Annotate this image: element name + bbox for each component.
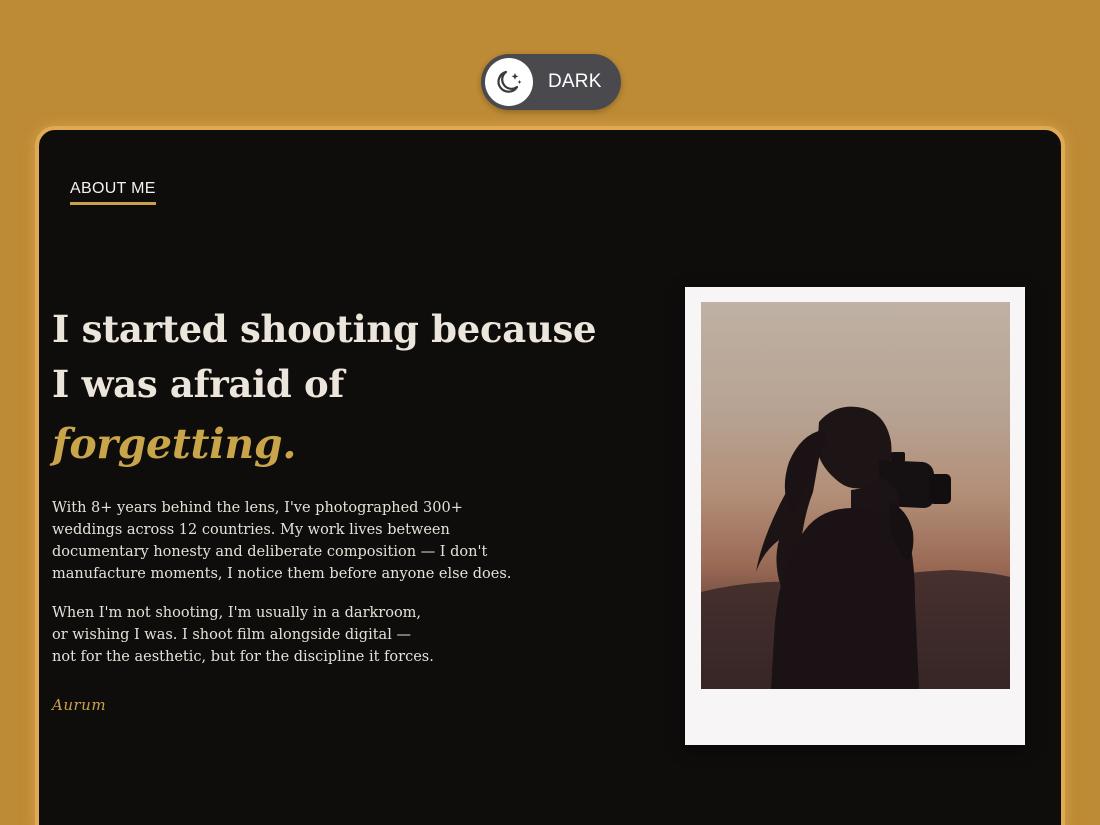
about-headline: I started shooting because I was afraid … [52, 302, 612, 474]
headline-accent: forgetting. [52, 420, 297, 468]
bio-paragraph-2: When I'm not shooting, I'm usually in a … [52, 605, 434, 665]
toggle-knob[interactable] [485, 58, 533, 106]
section-label: ABOUT ME [70, 180, 156, 205]
moon-stars-icon [497, 70, 522, 93]
toggle-label: DARK [548, 71, 602, 92]
signature: Aurum [52, 696, 107, 714]
photographer-photo [701, 302, 1010, 689]
photographer-silhouette [701, 406, 1010, 689]
theme-toggle[interactable]: DARK [481, 54, 621, 110]
about-card: ABOUT ME I started shooting because I wa… [35, 126, 1065, 825]
headline-text: I started shooting because I was afraid … [52, 307, 597, 406]
bio-paragraph-1: With 8+ years behind the lens, I've phot… [52, 500, 512, 582]
polaroid-frame [685, 287, 1025, 745]
